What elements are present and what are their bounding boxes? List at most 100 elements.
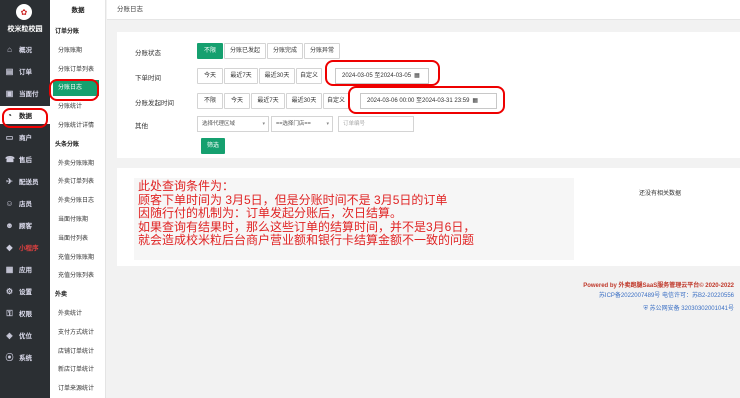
split-time-label: 分账发起时间 <box>135 100 174 107</box>
primary-sidebar: ✿ 校米粒校园 ⌂ 概况 ▤ 订单 ▣ 当面付 ◔ 数据 ▭ 商户 ☎ 售后 ✈ 配送员 ☺ 店员 ☻ 顾客 ◆ 小程… <box>0 0 50 398</box>
empty-state-text: 还没有相关数据 <box>639 191 682 197</box>
subnav-title: 数据 <box>71 7 85 14</box>
subnav-item[interactable]: 外卖统计 <box>50 306 105 322</box>
sidebar-item-label: 优位 <box>19 333 32 340</box>
highlight-circle <box>49 79 99 101</box>
subnav-item[interactable]: 外卖分账日志 <box>50 193 105 209</box>
status-label: 分账状态 <box>135 50 161 57</box>
annotation-line: 顾客下单时间为 3月5日，但是分账时间不是 3月5日的订单 <box>138 192 448 207</box>
subnav-item[interactable]: 店铺订单统计 <box>50 344 105 360</box>
subnav-item[interactable]: 支付方式统计 <box>50 325 105 341</box>
annotation-line: 如果查询有结果时，那么这些订单的结算时间，并不是3月6日， <box>138 219 476 234</box>
store-select[interactable]: ==选择门店== ▾ <box>271 116 333 132</box>
subnav-item[interactable]: 订单来源统计 <box>50 381 105 397</box>
sidebar-item-label: 系统 <box>19 355 32 362</box>
subnav-item[interactable]: 当面付列表 <box>50 231 105 247</box>
sidebar-item-miniapp[interactable]: ◆ 小程序 <box>0 238 50 256</box>
position-icon: ◈ <box>6 330 13 340</box>
settings-icon: ⚙ <box>5 286 14 296</box>
sidebar-item-apps[interactable]: ▦ 应用 <box>0 260 50 278</box>
annotation-line: 就会造成校米粒后台商户营业额和银行卡结算金额不一致的问题 <box>138 233 475 247</box>
sidebar-item-label: 当面付 <box>19 91 39 98</box>
subnav-group-heading: 订单分账 <box>55 29 80 35</box>
sidebar-item-permission[interactable]: ⚿ 权限 <box>0 304 50 322</box>
subnav-item[interactable]: 分账账期 <box>50 43 105 59</box>
order-time-today[interactable]: 今天 <box>197 68 223 84</box>
clerk-icon: ☺ <box>5 198 14 208</box>
sidebar-item-label: 应用 <box>19 267 32 274</box>
permission-icon: ⚿ <box>6 308 13 318</box>
brand-name: 校米粒校园 <box>7 26 43 33</box>
order-time-30days[interactable]: 最近30天 <box>259 68 295 84</box>
sidebar-item-label: 概况 <box>19 47 32 54</box>
footer-police[interactable]: ⛨ 苏公网安备 32030302001041号 <box>643 303 734 313</box>
order-number-input[interactable]: 订单编号 <box>338 116 414 132</box>
split-time-any[interactable]: 不限 <box>197 93 223 109</box>
status-option-error[interactable]: 分账异常 <box>304 43 340 59</box>
secondary-sidebar: 数据 订单分账 分账账期 分账订单列表 分账日志 分账统计 分账统计详情 头条分账 外卖分账账… <box>50 0 106 398</box>
sidebar-item-customer[interactable]: ☻ 顾客 <box>0 216 50 234</box>
subnav-item[interactable]: 当面付账期 <box>50 212 105 228</box>
status-option-complete[interactable]: 分账完成 <box>267 43 303 59</box>
home-icon: ⌂ <box>7 44 12 54</box>
status-option-initiated[interactable]: 分账已发起 <box>224 43 266 59</box>
apps-icon: ▦ <box>5 264 14 274</box>
highlight-circle <box>325 60 440 86</box>
highlight-circle <box>2 108 48 128</box>
subnav-item[interactable]: 新店订单统计 <box>50 362 105 378</box>
order-time-label: 下单时间 <box>135 75 161 82</box>
sidebar-item-label: 小程序 <box>19 245 39 252</box>
subnav-group-heading: 外卖 <box>55 292 68 299</box>
subnav-group-heading: 头条分账 <box>55 141 80 148</box>
footer-powered: Powered by 外卖跑腿SaaS服务管理云平台© 2020-2022 <box>583 283 734 289</box>
subnav-item[interactable]: 充值分账列表 <box>50 268 105 284</box>
status-option-all[interactable]: 不限 <box>197 43 223 59</box>
customer-icon: ☻ <box>5 220 14 230</box>
sidebar-item-label: 商户 <box>19 135 32 142</box>
split-time-today[interactable]: 今天 <box>224 93 250 109</box>
subnav-item[interactable]: 分账统计详情 <box>50 118 105 134</box>
courier-icon: ✈ <box>6 176 13 186</box>
sidebar-item-label: 设置 <box>19 289 32 296</box>
miniapp-icon: ◆ <box>6 242 13 252</box>
annotation-note: 此处查询条件为： 顾客下单时间为 3月5日，但是分账时间不是 3月5日的订单 因… <box>134 178 574 260</box>
sidebar-item-pay[interactable]: ▣ 当面付 <box>0 84 50 102</box>
subnav-item[interactable]: 外卖订单列表 <box>50 174 105 190</box>
sidebar-item-aftersale[interactable]: ☎ 售后 <box>0 150 50 168</box>
annotation-line: 因随行付的机制为：订单发起分账后，次日结算。 <box>138 206 403 220</box>
sidebar-item-merchant[interactable]: ▭ 商户 <box>0 128 50 146</box>
page-title: 分账日志 <box>107 0 740 20</box>
logo-icon: ✿ <box>16 4 32 20</box>
search-button[interactable]: 筛选 <box>201 138 225 154</box>
highlight-circle <box>348 86 505 114</box>
split-time-7days[interactable]: 最近7天 <box>251 93 285 109</box>
sidebar-item-label: 售后 <box>19 157 32 164</box>
order-icon: ▤ <box>5 66 14 76</box>
chevron-down-icon: ▾ <box>262 121 265 127</box>
subnav-item[interactable]: 充值分账账期 <box>50 250 105 266</box>
sidebar-item-label: 店员 <box>19 201 32 208</box>
sidebar-item-system[interactable]: ⦿ 系统 <box>0 348 50 366</box>
sidebar-item-position[interactable]: ◈ 优位 <box>0 326 50 344</box>
sidebar-item-label: 配送员 <box>19 179 39 186</box>
other-label: 其他 <box>135 123 148 130</box>
subnav-item[interactable]: 外卖分账账期 <box>50 156 105 172</box>
sidebar-item-order[interactable]: ▤ 订单 <box>0 62 50 80</box>
area-select[interactable]: 选择代理区域 ▾ <box>197 116 269 132</box>
split-time-custom[interactable]: 自定义 <box>323 93 349 109</box>
sidebar-item-courier[interactable]: ✈ 配送员 <box>0 172 50 190</box>
sidebar-item-settings[interactable]: ⚙ 设置 <box>0 282 50 300</box>
merchant-icon: ▭ <box>5 132 14 142</box>
split-time-30days[interactable]: 最近30天 <box>286 93 322 109</box>
subnav-item[interactable]: 分账订单列表 <box>50 62 105 78</box>
sidebar-item-clerk[interactable]: ☺ 店员 <box>0 194 50 212</box>
sidebar-item-home[interactable]: ⌂ 概况 <box>0 40 50 58</box>
subnav-item[interactable]: 分账统计 <box>50 99 105 115</box>
order-time-7days[interactable]: 最近7天 <box>224 68 258 84</box>
sidebar-item-label: 订单 <box>19 69 32 76</box>
sidebar-item-label: 权限 <box>19 311 32 318</box>
pay-icon: ▣ <box>5 88 14 98</box>
annotation-line: 此处查询条件为： <box>138 179 235 193</box>
footer-icp[interactable]: 苏ICP备2022007489号 电信许可：苏B2-20220556 <box>599 290 734 299</box>
order-time-custom[interactable]: 自定义 <box>296 68 322 84</box>
